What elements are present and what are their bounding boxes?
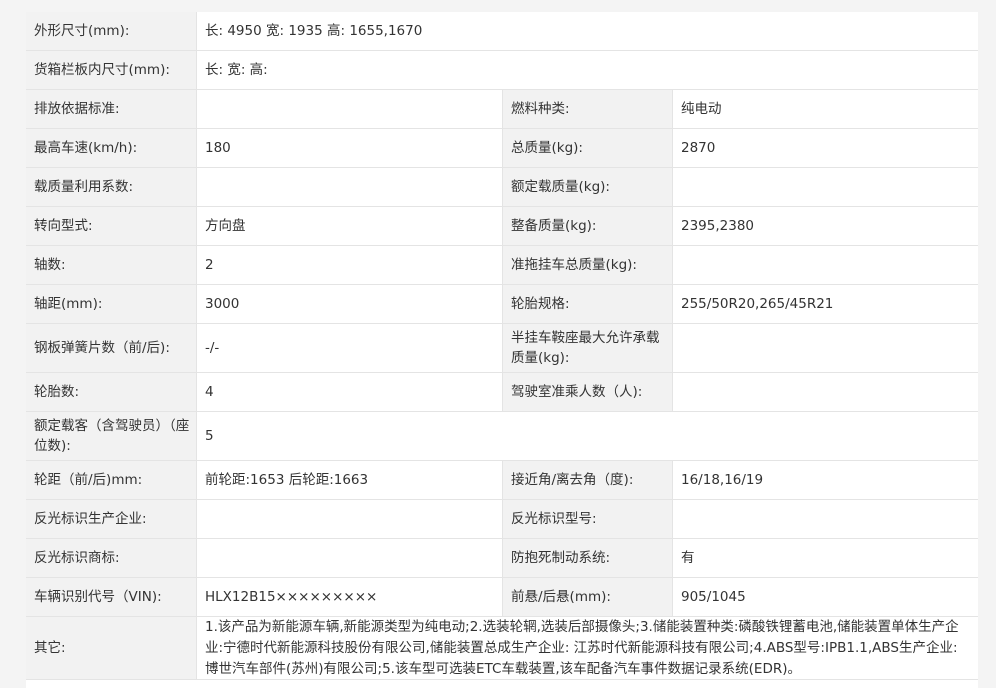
spec-label: 额定载客（含驾驶员）（座位数): bbox=[26, 412, 196, 460]
spec-value: HLX12B15××××××××× bbox=[196, 578, 502, 616]
spec-row: 反光标识商标: 防抱死制动系统: 有 bbox=[26, 539, 978, 578]
spec-label: 外形尺寸(mm): bbox=[26, 12, 196, 50]
spec-row-dimensions: 外形尺寸(mm): 长: 4950 宽: 1935 高: 1655,1670 bbox=[26, 12, 978, 51]
spec-row: 转向型式: 方向盘 整备质量(kg): 2395,2380 bbox=[26, 207, 978, 246]
vehicle-spec-table: 外形尺寸(mm): 长: 4950 宽: 1935 高: 1655,1670 货… bbox=[26, 12, 978, 688]
spec-label: 反光标识型号: bbox=[502, 500, 672, 538]
spec-row: 额定载客（含驾驶员）（座位数): 5 bbox=[26, 412, 978, 461]
spec-value: 180 bbox=[196, 129, 502, 167]
spec-row-notes: 其它: 1.该产品为新能源车辆,新能源类型为纯电动;2.选装轮辋,选装后部摄像头… bbox=[26, 617, 978, 680]
spec-label: 整备质量(kg): bbox=[502, 207, 672, 245]
spec-row: 最高车速(km/h): 180 总质量(kg): 2870 bbox=[26, 129, 978, 168]
spec-row: 车辆识别代号（VIN): HLX12B15××××××××× 前悬/后悬(mm)… bbox=[26, 578, 978, 617]
spec-label: 接近角/离去角（度): bbox=[502, 461, 672, 499]
spec-row: 轮胎数: 4 驾驶室准乘人数（人): bbox=[26, 373, 978, 412]
spec-label: 总质量(kg): bbox=[502, 129, 672, 167]
spec-value: 905/1045 bbox=[672, 578, 978, 616]
spec-value bbox=[196, 168, 502, 206]
spec-value bbox=[672, 246, 978, 284]
spec-value: 5 bbox=[196, 412, 978, 460]
spec-label: 反光标识商标: bbox=[26, 539, 196, 577]
spec-value bbox=[196, 500, 502, 538]
spec-row: 轮距（前/后)mm: 前轮距:1653 后轮距:1663 接近角/离去角（度):… bbox=[26, 461, 978, 500]
spec-value: 4 bbox=[196, 373, 502, 411]
spec-label: 钢板弹簧片数（前/后): bbox=[26, 324, 196, 372]
spec-value: 纯电动 bbox=[672, 90, 978, 128]
spec-row: 轴数: 2 准拖挂车总质量(kg): bbox=[26, 246, 978, 285]
spec-label: 防抱死制动系统: bbox=[502, 539, 672, 577]
spec-label: 排放依据标准: bbox=[26, 90, 196, 128]
spec-value: 16/18,16/19 bbox=[672, 461, 978, 499]
spec-value bbox=[196, 90, 502, 128]
spec-value: 方向盘 bbox=[196, 207, 502, 245]
spec-label: 反光标识生产企业: bbox=[26, 500, 196, 538]
spec-value bbox=[672, 324, 978, 372]
spec-value: 2395,2380 bbox=[672, 207, 978, 245]
spec-label: 轮距（前/后)mm: bbox=[26, 461, 196, 499]
spec-label: 准拖挂车总质量(kg): bbox=[502, 246, 672, 284]
spec-label: 驾驶室准乘人数（人): bbox=[502, 373, 672, 411]
spec-label: 前悬/后悬(mm): bbox=[502, 578, 672, 616]
spec-row: 排放依据标准: 燃料种类: 纯电动 bbox=[26, 90, 978, 129]
spec-label: 其它: bbox=[26, 617, 196, 679]
spec-label: 半挂车鞍座最大允许承载质量(kg): bbox=[502, 324, 672, 372]
spec-value: 长: 宽: 高: bbox=[196, 51, 978, 89]
spec-label: 货箱栏板内尺寸(mm): bbox=[26, 51, 196, 89]
spec-label: 最高车速(km/h): bbox=[26, 129, 196, 167]
spec-row: 载质量利用系数: 额定载质量(kg): bbox=[26, 168, 978, 207]
spec-value: 2870 bbox=[672, 129, 978, 167]
spec-value: 有 bbox=[672, 539, 978, 577]
spec-label: 轮胎数: bbox=[26, 373, 196, 411]
spec-value: 长: 4950 宽: 1935 高: 1655,1670 bbox=[196, 12, 978, 50]
spec-label: 转向型式: bbox=[26, 207, 196, 245]
spec-row: 轴距(mm): 3000 轮胎规格: 255/50R20,265/45R21 bbox=[26, 285, 978, 324]
spec-label: 轴距(mm): bbox=[26, 285, 196, 323]
spec-label: 轴数: bbox=[26, 246, 196, 284]
spec-value bbox=[196, 539, 502, 577]
spec-value: -/- bbox=[196, 324, 502, 372]
spec-row: 反光标识生产企业: 反光标识型号: bbox=[26, 500, 978, 539]
spec-label: 燃料种类: bbox=[502, 90, 672, 128]
spec-value: 3000 bbox=[196, 285, 502, 323]
spec-value bbox=[672, 168, 978, 206]
spec-value bbox=[672, 500, 978, 538]
spec-value: 255/50R20,265/45R21 bbox=[672, 285, 978, 323]
spec-notes: 1.该产品为新能源车辆,新能源类型为纯电动;2.选装轮辋,选装后部摄像头;3.储… bbox=[196, 617, 978, 679]
spec-row: 钢板弹簧片数（前/后): -/- 半挂车鞍座最大允许承载质量(kg): bbox=[26, 324, 978, 373]
spec-label: 载质量利用系数: bbox=[26, 168, 196, 206]
spec-value: 前轮距:1653 后轮距:1663 bbox=[196, 461, 502, 499]
spec-value: 2 bbox=[196, 246, 502, 284]
spec-label: 轮胎规格: bbox=[502, 285, 672, 323]
spec-label: 额定载质量(kg): bbox=[502, 168, 672, 206]
spec-label: 车辆识别代号（VIN): bbox=[26, 578, 196, 616]
spec-value bbox=[672, 373, 978, 411]
spec-row-cargo-box: 货箱栏板内尺寸(mm): 长: 宽: 高: bbox=[26, 51, 978, 90]
